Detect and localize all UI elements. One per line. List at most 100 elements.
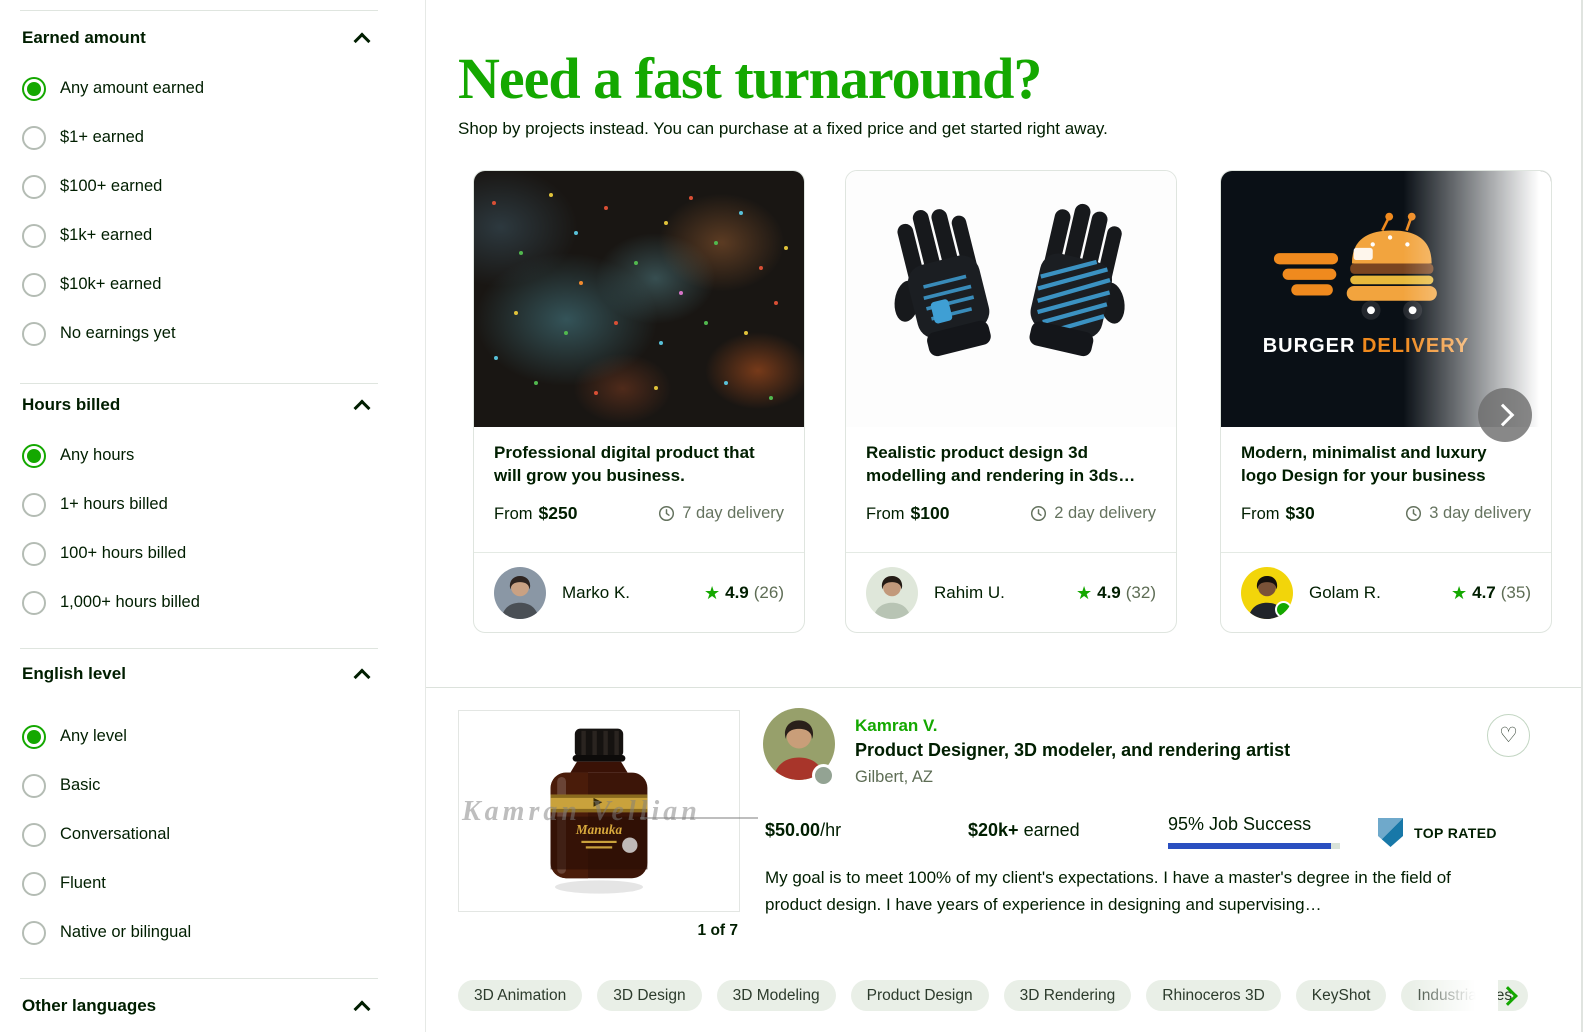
rating-count: (35)	[1500, 582, 1531, 602]
filter-section-header[interactable]: Earned amount	[22, 26, 378, 50]
radio-selected[interactable]	[22, 443, 46, 468]
project-card-footer: Marko K. ★ 4.9 (26)	[474, 552, 804, 632]
skill-tag[interactable]: 3D Modeling	[716, 980, 836, 1011]
radio-unselected[interactable]	[22, 125, 46, 150]
radio-selected[interactable]	[22, 76, 46, 101]
radio-unselected[interactable]	[22, 822, 46, 847]
skill-tag[interactable]: Rhinoceros 3D	[1146, 980, 1281, 1011]
freelancer-headline: Product Designer, 3D modeler, and render…	[855, 740, 1291, 760]
radio-option[interactable]: 100+ hours billed	[22, 529, 378, 578]
freelancer-name-link[interactable]: Kamran V.	[855, 716, 938, 736]
price-value: $250	[538, 503, 578, 523]
price-row: From $250 7 day delivery	[494, 503, 784, 524]
delivery-time: 3 day delivery	[1405, 504, 1531, 523]
delivery-text: 3 day delivery	[1429, 504, 1531, 522]
radio-unselected[interactable]	[22, 223, 46, 248]
radio-option[interactable]: Any hours	[22, 431, 378, 480]
radio-label: Native or bilingual	[60, 923, 192, 941]
filter-section-header[interactable]: Other languages	[22, 994, 378, 1018]
filter-section-title: Hours billed	[22, 395, 121, 414]
radio-option[interactable]: Fluent	[22, 859, 378, 908]
project-card[interactable]: Realistic product design 3d modelling an…	[845, 170, 1177, 633]
radio-label: Basic	[60, 776, 101, 794]
section-divider	[426, 687, 1582, 688]
project-thumbnail	[474, 171, 804, 427]
chevron-up-icon[interactable]	[353, 1000, 371, 1018]
from-label: From	[866, 505, 905, 523]
top-rated-shield-icon	[1378, 818, 1403, 847]
filter-options: Any amount earned $1+ earned $100+ earned $…	[22, 64, 378, 358]
filter-section-header[interactable]: English level	[22, 662, 378, 686]
chevron-up-icon[interactable]	[353, 668, 371, 686]
skill-tag[interactable]: 3D Rendering	[1003, 980, 1132, 1011]
filter-section-hours-billed: Hours billed Any hours 1+ hours billed 100+…	[22, 393, 378, 627]
rate-suffix: /hr	[820, 820, 842, 840]
hourly-rate: $50.00/hr	[765, 820, 841, 841]
radio-option[interactable]: Native or bilingual	[22, 908, 378, 957]
filter-section-title: Other languages	[22, 996, 157, 1015]
skill-tag[interactable]: Product Design	[850, 980, 989, 1011]
seller-avatar	[1241, 566, 1293, 619]
filter-section-title: Earned amount	[22, 28, 146, 47]
total-earned: $20k+ earned	[968, 820, 1080, 841]
radio-option[interactable]: Any amount earned	[22, 64, 378, 113]
radio-label: 1+ hours billed	[60, 495, 168, 513]
radio-option[interactable]: 1,000+ hours billed	[22, 578, 378, 627]
rating: ★ 4.7 (35)	[1451, 583, 1531, 603]
radio-option[interactable]: $1+ earned	[22, 113, 378, 162]
divider	[20, 383, 378, 384]
divider	[20, 10, 378, 11]
radio-unselected[interactable]	[22, 920, 46, 945]
watermark-line	[640, 817, 758, 819]
radio-unselected[interactable]	[22, 541, 46, 566]
chevron-right-icon	[1491, 403, 1514, 427]
radio-option[interactable]: $10k+ earned	[22, 260, 378, 309]
radio-option[interactable]: $100+ earned	[22, 162, 378, 211]
filter-options: Any level Basic Conversational Fluent Native…	[22, 712, 378, 957]
job-success-bar	[1168, 843, 1340, 849]
radio-option[interactable]: No earnings yet	[22, 309, 378, 358]
skill-tag[interactable]: 3D Animation	[458, 980, 583, 1011]
radio-selected[interactable]	[22, 724, 46, 749]
radio-option[interactable]: Basic	[22, 761, 378, 810]
carousel-next-button[interactable]	[1478, 388, 1532, 442]
radio-unselected[interactable]	[22, 773, 46, 798]
skill-tag[interactable]: KeyShot	[1295, 980, 1387, 1011]
offline-status-dot	[812, 764, 835, 787]
freelancer-bio: My goal is to meet 100% of my client's e…	[765, 868, 1451, 914]
seller-name: Rahim U.	[934, 582, 1005, 602]
skills-next-button[interactable]	[1496, 982, 1524, 1010]
radio-option[interactable]: Any level	[22, 712, 378, 761]
star-icon: ★	[703, 582, 721, 603]
filter-section-english-level: English level Any level Basic Conversationa…	[22, 662, 378, 957]
radio-label: Any hours	[60, 446, 135, 464]
filter-section-header[interactable]: Hours billed	[22, 393, 378, 417]
sidebar-divider	[425, 0, 426, 1032]
radio-unselected[interactable]	[22, 492, 46, 517]
radio-unselected[interactable]	[22, 321, 46, 346]
radio-unselected[interactable]	[22, 590, 46, 615]
divider	[20, 978, 378, 979]
radio-unselected[interactable]	[22, 871, 46, 896]
save-freelancer-button[interactable]: ♡	[1487, 714, 1530, 757]
radio-label: 1,000+ hours billed	[60, 593, 200, 611]
project-card[interactable]: Professional digital product that will g…	[473, 170, 805, 633]
logo-word-1: BURGER	[1262, 335, 1356, 357]
chevron-up-icon[interactable]	[353, 399, 371, 417]
seller-name: Marko K.	[562, 582, 631, 602]
radio-option[interactable]: Conversational	[22, 810, 378, 859]
radio-option[interactable]: $1k+ earned	[22, 211, 378, 260]
radio-unselected[interactable]	[22, 174, 46, 199]
radio-option[interactable]: 1+ hours billed	[22, 480, 378, 529]
price-value: $100	[910, 503, 950, 523]
portfolio-image[interactable]: Manuka	[458, 710, 740, 912]
radio-unselected[interactable]	[22, 272, 46, 297]
project-thumbnail	[846, 171, 1176, 427]
fade-overlay	[1402, 171, 1551, 427]
radio-label: $1+ earned	[60, 128, 144, 146]
earned-value: $20k+	[968, 820, 1019, 840]
skill-tag[interactable]: 3D Design	[597, 980, 702, 1011]
chevron-up-icon[interactable]	[353, 32, 371, 50]
filter-section-title: English level	[22, 664, 126, 683]
page-title: Need a fast turnaround?	[458, 45, 1042, 111]
